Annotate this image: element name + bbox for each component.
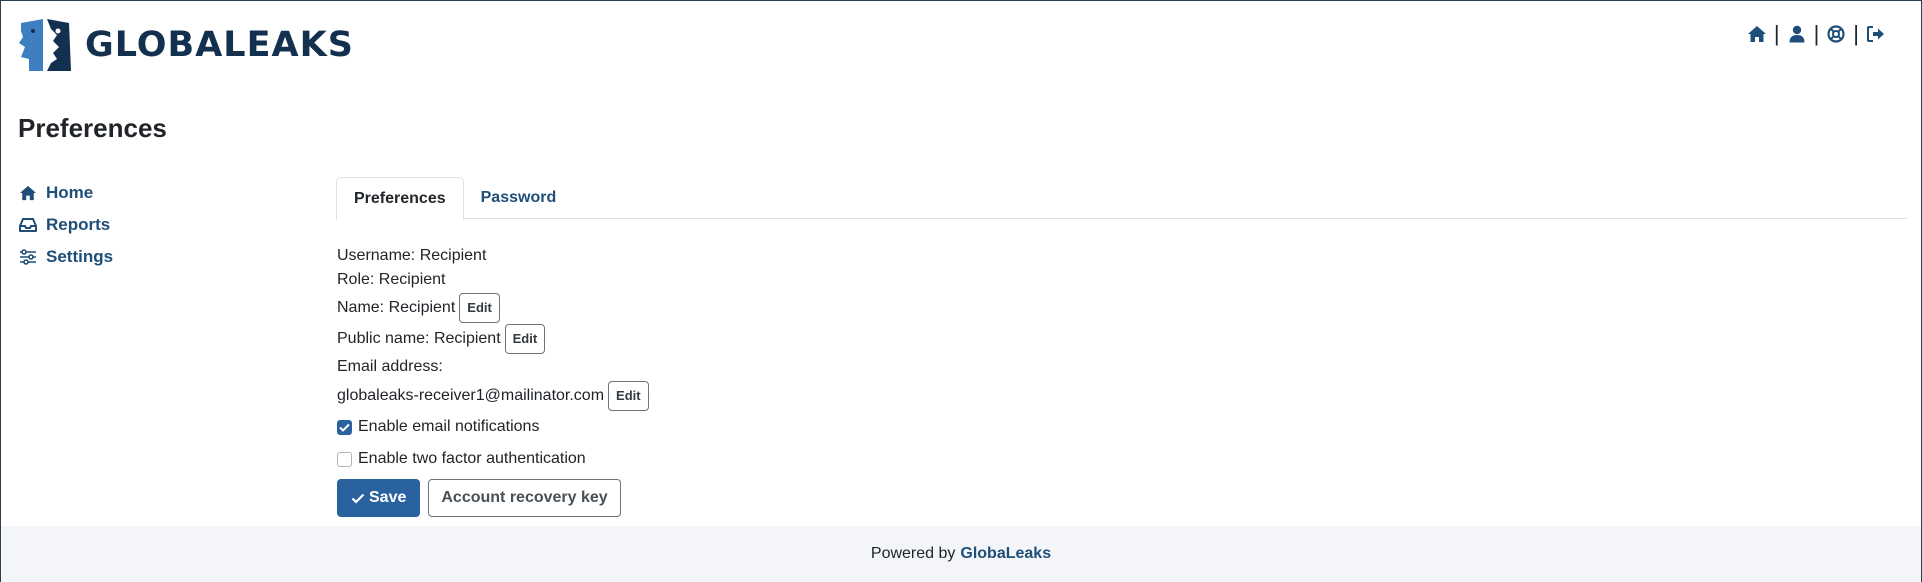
two-factor-checkbox[interactable] xyxy=(337,451,352,467)
account-recovery-key-button[interactable]: Account recovery key xyxy=(428,479,621,517)
role-text: Role: Recipient xyxy=(337,271,446,288)
lifebuoy-icon[interactable] xyxy=(1825,23,1847,45)
page-title: Preferences xyxy=(18,113,167,143)
sidebar: Home Reports Settings xyxy=(18,177,113,273)
check-icon xyxy=(351,493,365,504)
two-factor-label: Enable two factor authentication xyxy=(358,450,586,467)
logo-text: GLOBALEAKS xyxy=(85,25,354,65)
logo-heads-icon xyxy=(19,19,71,71)
edit-public-name-button[interactable]: Edit xyxy=(504,323,546,354)
two-factor-option[interactable]: Enable two factor authentication xyxy=(337,443,649,475)
email-notifications-label: Enable email notifications xyxy=(358,418,540,435)
sidebar-item-reports[interactable]: Reports xyxy=(18,209,113,241)
preferences-panel: Username: Recipient Role: Recipient Name… xyxy=(337,244,649,517)
save-button[interactable]: Save xyxy=(337,479,421,517)
sidebar-item-label: Home xyxy=(46,183,94,202)
email-label: Email address: xyxy=(337,358,443,375)
username-text: Username: Recipient xyxy=(337,247,487,264)
separator: | xyxy=(1813,21,1820,46)
tab-preferences[interactable]: Preferences xyxy=(336,177,464,220)
email-notifications-option[interactable]: Enable email notifications xyxy=(337,411,649,443)
logout-icon[interactable] xyxy=(1865,23,1887,45)
home-icon[interactable] xyxy=(1746,23,1768,45)
inbox-icon xyxy=(18,215,38,235)
public-name-text: Public name: Recipient xyxy=(337,329,501,347)
sidebar-item-settings[interactable]: Settings xyxy=(18,241,113,273)
name-text: Name: Recipient xyxy=(337,298,456,316)
sidebar-item-label: Settings xyxy=(46,247,114,266)
separator: | xyxy=(1773,21,1780,46)
sidebar-item-home[interactable]: Home xyxy=(18,177,113,209)
globaleaks-link[interactable]: GlobaLeaks xyxy=(960,545,1051,563)
user-icon[interactable] xyxy=(1786,23,1808,45)
email-notifications-checkbox[interactable] xyxy=(337,419,352,435)
globaleaks-logo[interactable]: GLOBALEAKS xyxy=(17,17,354,73)
edit-name-button[interactable]: Edit xyxy=(459,292,500,323)
separator: | xyxy=(1853,21,1859,46)
home-icon xyxy=(18,183,38,203)
footer: Powered by GlobaLeaks xyxy=(1,526,1921,582)
edit-email-button[interactable]: Edit xyxy=(608,380,649,411)
top-nav: | | | xyxy=(1746,23,1887,45)
tab-password[interactable]: Password xyxy=(464,177,574,219)
tab-bar: Preferences Password xyxy=(336,177,1907,220)
app-window: GLOBALEAKS | | | Preferences Home Report… xyxy=(0,0,1922,582)
sidebar-item-label: Reports xyxy=(46,215,111,234)
email-value: globaleaks-receiver1@mailinator.com xyxy=(337,386,605,404)
save-label: Save xyxy=(369,489,407,506)
powered-by-text: Powered by xyxy=(870,545,956,562)
sliders-icon xyxy=(18,247,38,267)
